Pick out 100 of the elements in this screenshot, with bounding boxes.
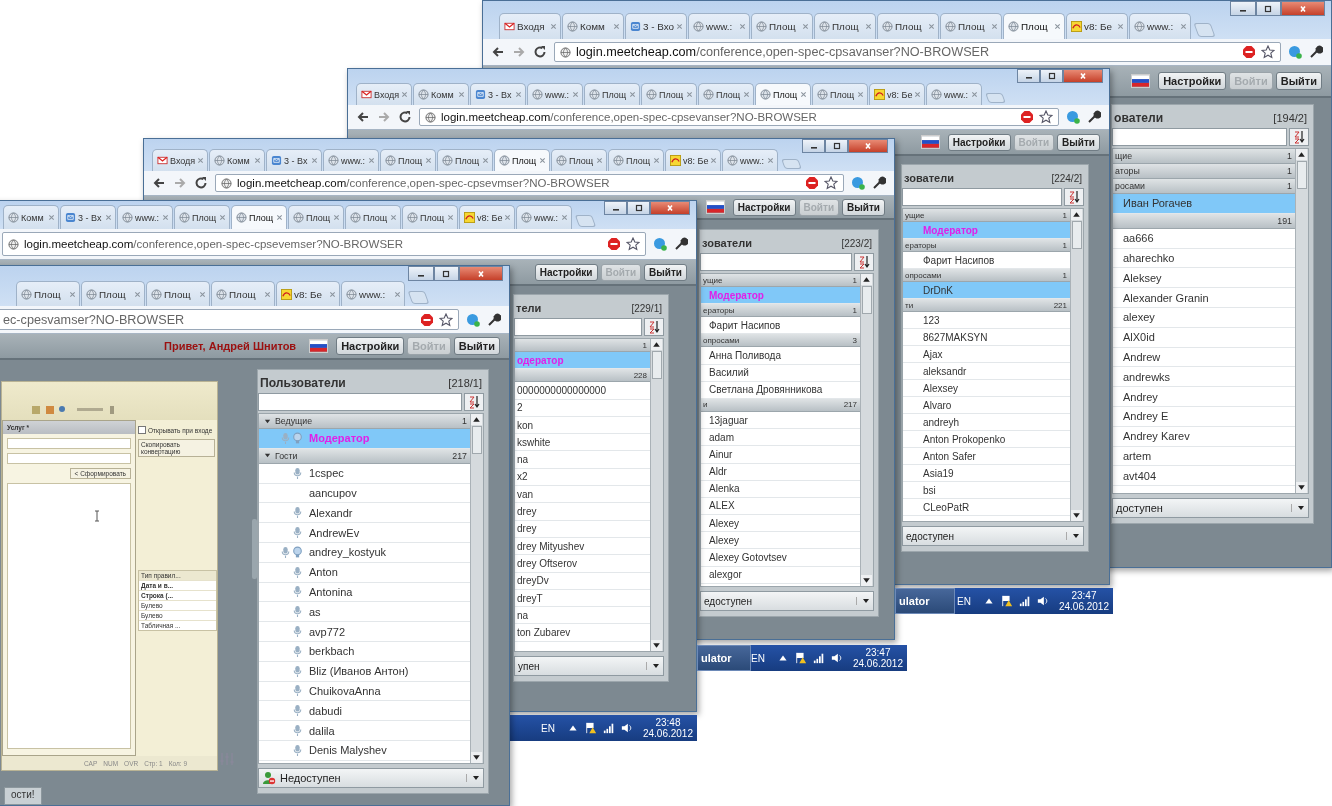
wrench-icon[interactable] bbox=[487, 312, 501, 327]
scroll-up-icon[interactable] bbox=[651, 339, 662, 350]
stop-sign-icon[interactable] bbox=[805, 176, 819, 190]
form-field[interactable] bbox=[7, 453, 131, 464]
browser-tab[interactable]: Площ bbox=[755, 83, 811, 105]
close-icon[interactable] bbox=[199, 290, 206, 298]
close-icon[interactable] bbox=[197, 157, 205, 164]
toolbar-button[interactable]: Настройки bbox=[1158, 72, 1227, 90]
signal-icon[interactable] bbox=[602, 722, 615, 734]
close-icon[interactable] bbox=[254, 157, 261, 164]
browser-tab[interactable]: 3 - Вх bbox=[60, 205, 116, 229]
scroll-up-icon[interactable] bbox=[1296, 149, 1307, 160]
minimize-button[interactable] bbox=[604, 201, 627, 215]
close-icon[interactable] bbox=[368, 157, 375, 164]
close-icon[interactable] bbox=[162, 214, 169, 221]
speaker-icon[interactable] bbox=[620, 722, 633, 734]
browser-tab[interactable]: www.: bbox=[722, 149, 778, 171]
browser-tab[interactable]: Входя bbox=[356, 83, 412, 105]
wrench-icon[interactable] bbox=[674, 237, 688, 251]
address-bar[interactable]: ec-cpesvamser?NO-BROWSER bbox=[0, 309, 459, 330]
browser-tab[interactable]: 3 - Вхо bbox=[625, 13, 687, 39]
browser-tab[interactable]: Площ bbox=[288, 205, 344, 229]
star-icon[interactable] bbox=[626, 237, 640, 251]
browser-tab[interactable]: www.: bbox=[926, 83, 982, 105]
back-arrow-icon[interactable] bbox=[356, 110, 370, 124]
close-icon[interactable] bbox=[276, 214, 283, 221]
scroll-up-icon[interactable] bbox=[1071, 209, 1082, 220]
clock[interactable]: 23:47 24.06.2012 bbox=[1058, 590, 1109, 612]
scroll-up-icon[interactable] bbox=[861, 274, 872, 285]
star-icon[interactable] bbox=[439, 312, 453, 327]
browser-tab[interactable]: Площ bbox=[345, 205, 401, 229]
language-indicator[interactable]: EN bbox=[957, 595, 971, 607]
browser-tab[interactable]: www.: bbox=[341, 281, 405, 306]
text-area[interactable] bbox=[7, 483, 131, 749]
minimize-button[interactable] bbox=[802, 139, 825, 153]
scrollbar[interactable] bbox=[1295, 149, 1308, 493]
bottom-button[interactable]: ости! bbox=[4, 787, 42, 805]
address-bar[interactable]: login.meetcheap.com/conference,open-spec-cpsevemser?NO-BROWSER bbox=[2, 232, 646, 256]
flag-icon[interactable] bbox=[309, 339, 329, 353]
language-indicator[interactable]: EN bbox=[541, 722, 555, 734]
close-button[interactable] bbox=[848, 139, 888, 153]
maximize-button[interactable] bbox=[825, 139, 848, 153]
scroll-thumb[interactable] bbox=[652, 351, 662, 379]
browser-tab[interactable]: Комм bbox=[209, 149, 265, 171]
group-header[interactable]: Ведущие 1 bbox=[259, 414, 470, 429]
user-row[interactable]: DrDnK bbox=[903, 282, 1070, 299]
close-icon[interactable] bbox=[134, 290, 141, 298]
browser-tab[interactable]: Площ bbox=[81, 281, 145, 306]
close-icon[interactable] bbox=[105, 214, 112, 221]
language-indicator[interactable]: EN bbox=[751, 652, 765, 664]
close-button[interactable] bbox=[1281, 1, 1325, 17]
expand-icon[interactable] bbox=[264, 452, 271, 460]
taskbar-app-button[interactable]: ulator bbox=[697, 645, 752, 671]
search-field[interactable] bbox=[902, 188, 1062, 206]
close-icon[interactable] bbox=[572, 91, 579, 98]
browser-tab[interactable]: Площ bbox=[1003, 13, 1065, 39]
browser-tab[interactable]: www.: bbox=[1129, 13, 1191, 39]
close-icon[interactable] bbox=[914, 91, 922, 98]
reload-icon[interactable] bbox=[533, 45, 547, 59]
scrollbar[interactable] bbox=[650, 339, 663, 651]
close-icon[interactable] bbox=[539, 157, 546, 164]
browser-tab[interactable]: Площ bbox=[231, 205, 287, 229]
group-header[interactable]: 1 bbox=[515, 339, 650, 352]
browser-tab[interactable]: Площ bbox=[380, 149, 436, 171]
browser-tab[interactable]: Площ bbox=[174, 205, 230, 229]
browser-tab[interactable]: www.: bbox=[117, 205, 173, 229]
group-header[interactable]: росами 1 bbox=[1113, 179, 1295, 194]
stop-sign-icon[interactable] bbox=[607, 237, 621, 251]
close-icon[interactable] bbox=[991, 23, 998, 30]
scroll-up-icon[interactable] bbox=[471, 414, 482, 425]
close-icon[interactable] bbox=[653, 157, 660, 164]
group-header[interactable]: ераторы 1 bbox=[903, 239, 1070, 252]
close-icon[interactable] bbox=[928, 23, 935, 30]
close-icon[interactable] bbox=[329, 290, 336, 298]
expand-icon[interactable] bbox=[264, 417, 271, 425]
toolbar-button[interactable]: Выйти bbox=[1275, 72, 1322, 90]
close-icon[interactable] bbox=[48, 214, 55, 221]
close-icon[interactable] bbox=[482, 157, 489, 164]
close-icon[interactable] bbox=[971, 91, 978, 98]
sort-button[interactable] bbox=[854, 253, 874, 271]
scrollbar[interactable] bbox=[860, 274, 873, 586]
close-icon[interactable] bbox=[69, 290, 76, 298]
extension-icon[interactable] bbox=[653, 237, 667, 251]
extension-icon[interactable] bbox=[1066, 110, 1080, 124]
browser-tab[interactable]: www.: bbox=[323, 149, 379, 171]
browser-tab[interactable]: Площ bbox=[751, 13, 813, 39]
extension-icon[interactable] bbox=[466, 312, 480, 327]
close-icon[interactable] bbox=[1054, 23, 1061, 30]
close-icon[interactable] bbox=[739, 23, 746, 30]
scroll-down-icon[interactable] bbox=[861, 575, 872, 586]
browser-tab[interactable]: Площ bbox=[641, 83, 697, 105]
close-button[interactable] bbox=[1063, 69, 1103, 83]
close-icon[interactable] bbox=[394, 290, 401, 298]
close-icon[interactable] bbox=[857, 91, 864, 98]
back-arrow-icon[interactable] bbox=[152, 176, 166, 190]
flag-icon[interactable] bbox=[920, 135, 940, 149]
browser-tab[interactable]: Площ bbox=[608, 149, 664, 171]
close-icon[interactable] bbox=[743, 91, 750, 98]
browser-tab[interactable]: Площ bbox=[16, 281, 80, 306]
group-header[interactable]: ти 221 bbox=[903, 299, 1070, 312]
